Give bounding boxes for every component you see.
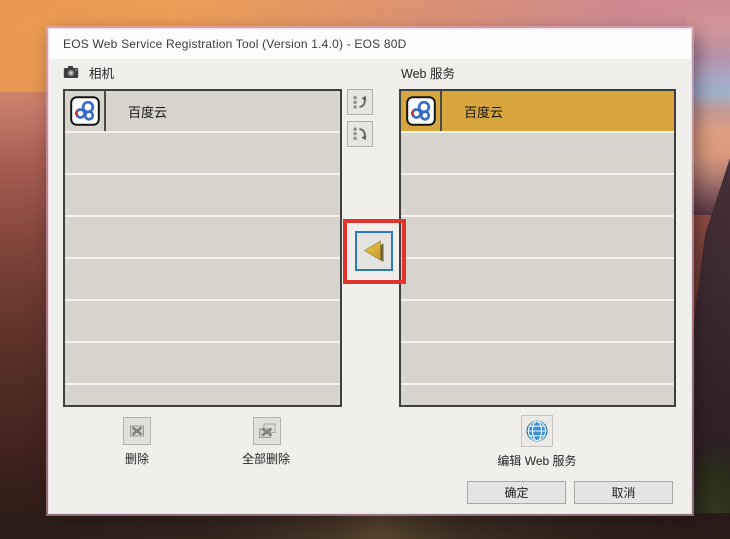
edit-web-service-label: 编辑 Web 服务 <box>497 454 577 468</box>
move-item-down-button[interactable] <box>347 121 373 147</box>
web-service-panel-label: Web 服务 <box>401 62 455 82</box>
web-service-list[interactable]: 百度云 <box>399 89 676 407</box>
list-move-down-icon <box>353 127 367 141</box>
move-item-up-button[interactable] <box>347 89 373 115</box>
eos-registration-dialog: EOS Web Service Registration Tool (Versi… <box>48 28 692 514</box>
web-item-name: 百度云 <box>464 104 504 120</box>
globe-icon <box>526 420 548 442</box>
delete-all-button[interactable] <box>253 417 281 445</box>
baidu-cloud-icon <box>405 96 436 126</box>
ok-button[interactable]: 确定 <box>467 481 566 504</box>
web-service-list-empty-row <box>401 217 674 257</box>
web-service-list-empty-row <box>401 301 674 341</box>
camera-list-empty-row <box>65 301 340 341</box>
camera-list-empty-row <box>65 343 340 383</box>
desktop-background: EOS Web Service Registration Tool (Versi… <box>0 0 730 539</box>
baidu-cloud-icon <box>69 96 100 126</box>
delete-x-icon <box>130 425 144 437</box>
list-move-up-icon <box>353 95 367 109</box>
camera-panel-label: 相机 <box>63 62 114 82</box>
gold-left-arrow-icon <box>363 240 384 262</box>
delete-button[interactable] <box>123 417 151 445</box>
camera-list-empty-row <box>65 175 340 215</box>
camera-item-icon-cell <box>65 91 106 131</box>
web-service-list-empty-row <box>401 133 674 173</box>
title-bar[interactable]: EOS Web Service Registration Tool (Versi… <box>49 29 691 59</box>
camera-item-name: 百度云 <box>128 104 168 120</box>
camera-list[interactable]: 百度云 <box>63 89 342 407</box>
camera-list-empty-row <box>65 259 340 299</box>
delete-all-button-label: 全部删除 <box>241 452 290 466</box>
camera-panel-label-text: 相机 <box>89 66 115 81</box>
camera-icon <box>63 66 79 78</box>
camera-list-empty-row <box>65 133 340 173</box>
web-service-list-empty-row <box>401 343 674 383</box>
assign-to-camera-button[interactable] <box>355 231 393 271</box>
delete-button-label: 删除 <box>124 452 149 466</box>
camera-list-item[interactable]: 百度云 <box>65 91 340 131</box>
web-service-list-empty-row <box>401 175 674 215</box>
camera-list-empty-row <box>65 385 340 405</box>
delete-all-x-icon <box>259 423 276 438</box>
camera-list-empty-row <box>65 217 340 257</box>
web-service-panel-label-text: Web 服务 <box>401 66 455 81</box>
cancel-button[interactable]: 取消 <box>574 481 673 504</box>
edit-web-service-button[interactable] <box>521 415 553 447</box>
wallpaper-terrain <box>0 513 730 539</box>
window-title: EOS Web Service Registration Tool (Versi… <box>63 37 407 51</box>
web-service-list-item-selected[interactable]: 百度云 <box>401 91 674 131</box>
web-service-list-empty-row <box>401 385 674 405</box>
web-item-icon-cell <box>401 91 442 131</box>
web-service-list-empty-row <box>401 259 674 299</box>
